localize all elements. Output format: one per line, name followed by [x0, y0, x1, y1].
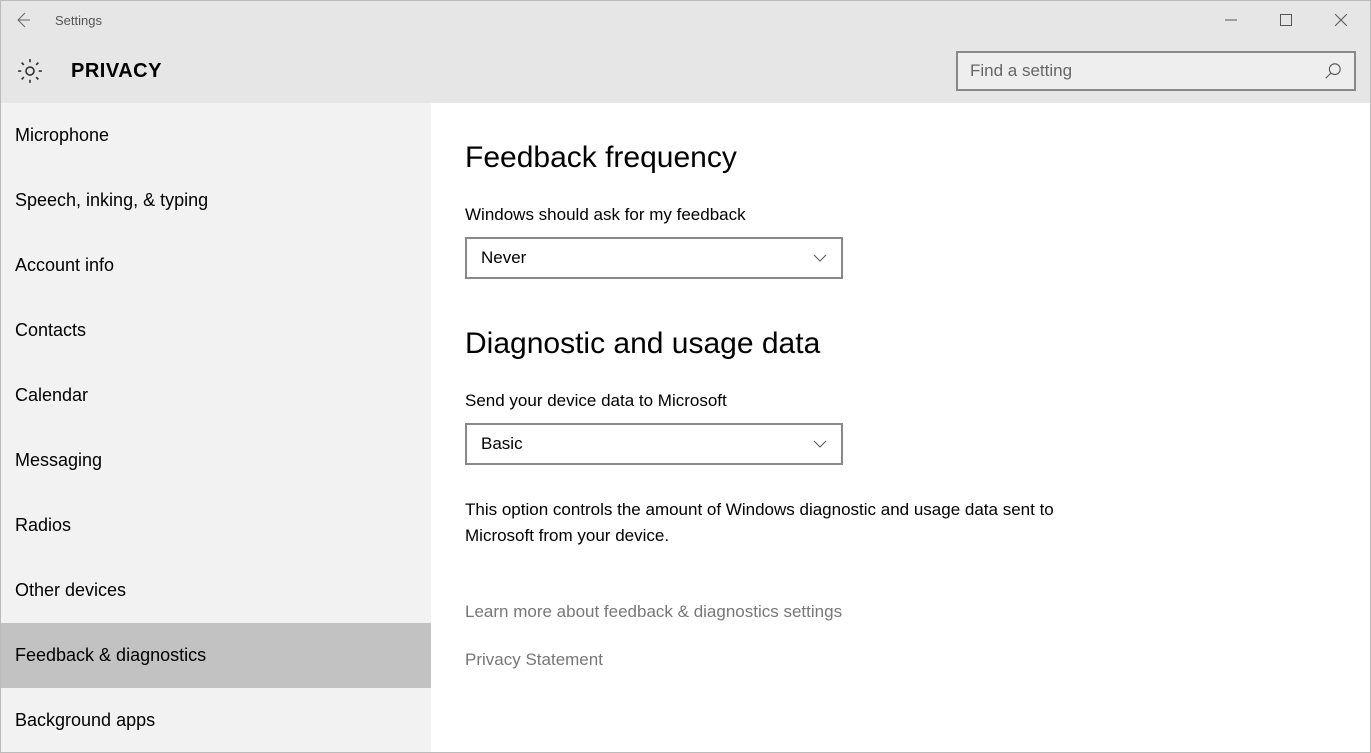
sidebar-item-label: Feedback & diagnostics	[15, 645, 206, 666]
sidebar-item-calendar[interactable]: Calendar	[1, 363, 431, 428]
sidebar-item-label: Radios	[15, 515, 71, 536]
page-title: PRIVACY	[71, 60, 162, 83]
layout: Microphone Speech, inking, & typing Acco…	[1, 103, 1370, 752]
header-bar: PRIVACY	[1, 39, 1370, 103]
minimize-button[interactable]	[1203, 1, 1258, 39]
sidebar: Microphone Speech, inking, & typing Acco…	[1, 103, 431, 752]
sidebar-item-label: Other devices	[15, 580, 126, 601]
section-feedback-frequency-title: Feedback frequency	[465, 141, 1336, 175]
sidebar-item-label: Speech, inking, & typing	[15, 190, 208, 211]
feedback-frequency-value: Never	[481, 248, 526, 268]
sidebar-item-microphone[interactable]: Microphone	[1, 103, 431, 168]
feedback-frequency-label: Windows should ask for my feedback	[465, 205, 1336, 225]
sidebar-item-account-info[interactable]: Account info	[1, 233, 431, 298]
titlebar: Settings	[1, 1, 1370, 39]
minimize-icon	[1225, 14, 1237, 26]
maximize-button[interactable]	[1258, 1, 1313, 39]
search-input[interactable]	[970, 61, 1324, 81]
sidebar-item-radios[interactable]: Radios	[1, 493, 431, 558]
sidebar-item-contacts[interactable]: Contacts	[1, 298, 431, 363]
sidebar-item-messaging[interactable]: Messaging	[1, 428, 431, 493]
sidebar-item-label: Background apps	[15, 710, 155, 731]
sidebar-item-other-devices[interactable]: Other devices	[1, 558, 431, 623]
diagnostic-label: Send your device data to Microsoft	[465, 391, 1336, 411]
search-container	[956, 51, 1356, 91]
search-box[interactable]	[956, 51, 1356, 91]
content: Feedback frequency Windows should ask fo…	[431, 103, 1370, 752]
diagnostic-dropdown[interactable]: Basic	[465, 423, 843, 465]
settings-gear[interactable]	[15, 56, 45, 86]
maximize-icon	[1280, 14, 1292, 26]
diagnostic-description: This option controls the amount of Windo…	[465, 497, 1085, 550]
sidebar-item-background-apps[interactable]: Background apps	[1, 688, 431, 752]
close-icon	[1335, 14, 1347, 26]
sidebar-item-label: Calendar	[15, 385, 88, 406]
sidebar-item-speech-inking-typing[interactable]: Speech, inking, & typing	[1, 168, 431, 233]
window-controls	[1203, 1, 1368, 39]
sidebar-item-label: Microphone	[15, 125, 109, 146]
sidebar-item-label: Contacts	[15, 320, 86, 341]
chevron-down-icon	[813, 253, 827, 263]
sidebar-item-label: Account info	[15, 255, 114, 276]
search-icon	[1324, 62, 1342, 80]
sidebar-item-feedback-diagnostics[interactable]: Feedback & diagnostics	[1, 623, 431, 688]
privacy-statement-link[interactable]: Privacy Statement	[465, 650, 1336, 670]
section-diagnostic-title: Diagnostic and usage data	[465, 327, 1336, 361]
window-title: Settings	[55, 13, 102, 28]
sidebar-item-label: Messaging	[15, 450, 102, 471]
close-button[interactable]	[1313, 1, 1368, 39]
feedback-frequency-dropdown[interactable]: Never	[465, 237, 843, 279]
arrow-left-icon	[13, 10, 33, 30]
chevron-down-icon	[813, 439, 827, 449]
gear-icon	[15, 56, 45, 86]
diagnostic-value: Basic	[481, 434, 523, 454]
back-button[interactable]	[1, 1, 45, 39]
learn-more-link[interactable]: Learn more about feedback & diagnostics …	[465, 602, 1336, 622]
